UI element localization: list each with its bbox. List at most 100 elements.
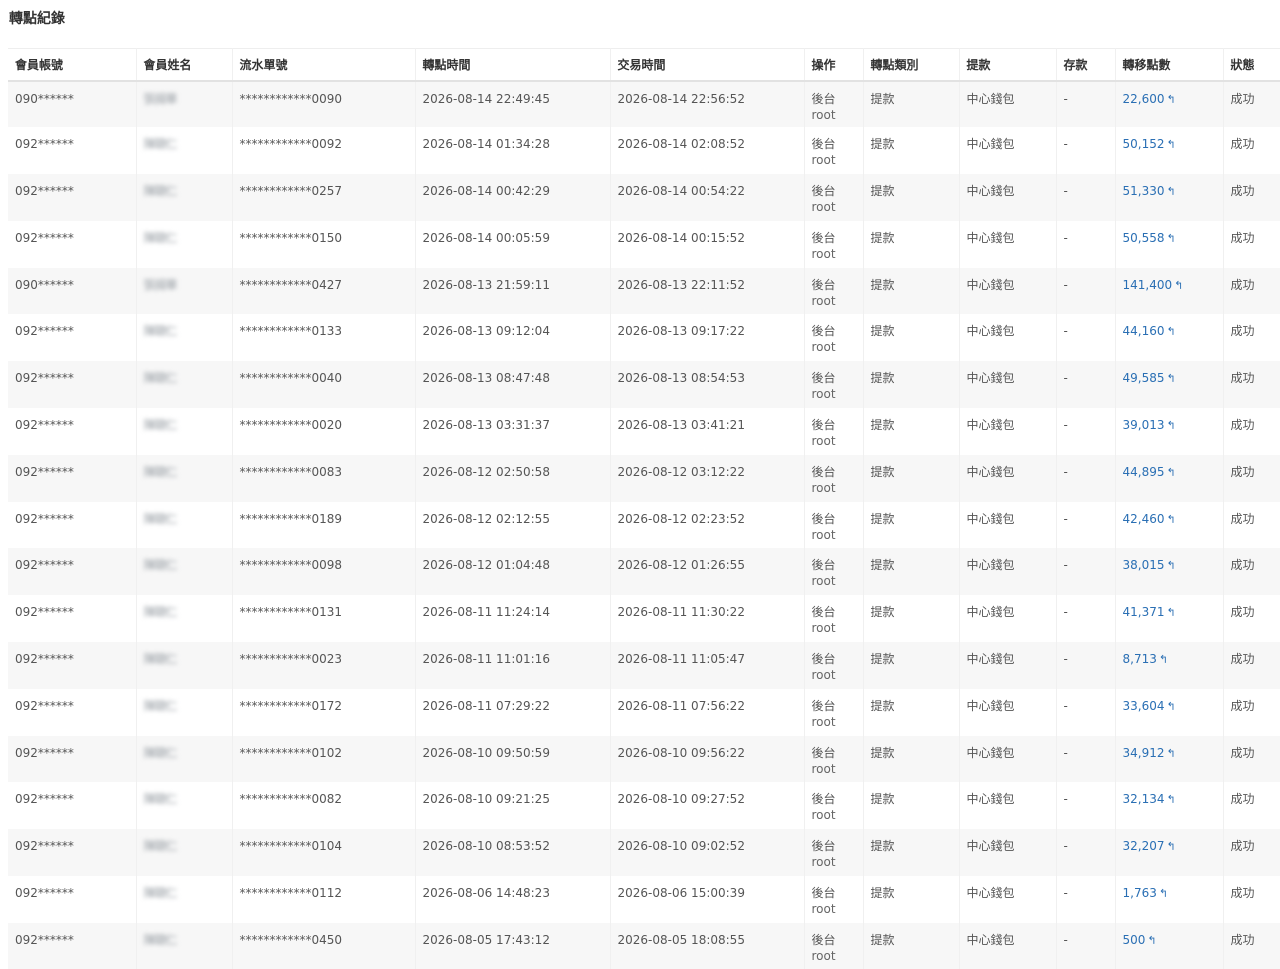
- col-header-points[interactable]: 轉移點數: [1115, 48, 1224, 82]
- cell-points: 50,558 ↰: [1115, 220, 1224, 268]
- cell-deposit: -: [1056, 267, 1116, 315]
- cell-status: 成功: [1223, 548, 1280, 596]
- operation-user: root: [811, 808, 836, 823]
- cell-status: 成功: [1223, 267, 1280, 315]
- cell-status: 成功: [1223, 735, 1280, 783]
- points-value: 22,600: [1122, 91, 1165, 106]
- cell-trade-time: 2026-08-10 09:27:52: [610, 782, 805, 830]
- cell-serial: ************0040: [232, 361, 416, 409]
- operation-user: root: [811, 621, 836, 636]
- reply-arrow-icon[interactable]: ↰: [1167, 699, 1176, 715]
- points-value: 8,713: [1122, 652, 1157, 667]
- cell-transfer-time: 2026-08-10 09:50:59: [415, 735, 611, 783]
- cell-status: 成功: [1223, 501, 1280, 549]
- table-body: 090****** 張揚華 ************0090 2026-08-14 2…: [8, 80, 1280, 969]
- cell-deposit: -: [1056, 642, 1116, 689]
- table-row: 092****** 陳聰仁 ************0020 2026-08-13 0…: [8, 408, 1280, 455]
- points-value: 1,763: [1122, 886, 1157, 901]
- cell-account: 092******: [8, 735, 137, 783]
- blurred-member-name: 陳聰仁: [143, 371, 178, 386]
- reply-arrow-icon[interactable]: ↰: [1159, 652, 1168, 668]
- cell-account: 092******: [8, 876, 137, 923]
- cell-category: 提款: [863, 829, 960, 877]
- col-header-trade-time[interactable]: 交易時間: [610, 48, 805, 82]
- cell-operation: 後台 root: [804, 361, 864, 409]
- col-header-transfer-time[interactable]: 轉點時間: [415, 48, 611, 82]
- cell-withdraw: 中心錢包: [959, 127, 1057, 175]
- cell-account: 092******: [8, 688, 137, 736]
- reply-arrow-icon[interactable]: ↰: [1167, 418, 1176, 434]
- cell-name: 陳聰仁: [136, 688, 233, 736]
- reply-arrow-icon[interactable]: ↰: [1167, 184, 1176, 200]
- reply-arrow-icon[interactable]: ↰: [1167, 324, 1176, 340]
- cell-operation: 後台 root: [804, 80, 864, 128]
- cell-points: 44,160 ↰: [1115, 314, 1224, 362]
- cell-operation: 後台 root: [804, 501, 864, 549]
- cell-serial: ************0257: [232, 174, 416, 221]
- reply-arrow-icon[interactable]: ↰: [1167, 137, 1176, 153]
- blurred-member-name: 陳聰仁: [143, 464, 178, 479]
- table-row: 092****** 陳聰仁 ************0450 2026-08-05 1…: [8, 922, 1280, 969]
- cell-trade-time: 2026-08-13 09:17:22: [610, 314, 805, 362]
- col-header-account[interactable]: 會員帳號: [8, 48, 137, 82]
- blurred-member-name: 陳聰仁: [143, 137, 178, 152]
- cell-deposit: -: [1056, 314, 1116, 362]
- reply-arrow-icon[interactable]: ↰: [1167, 839, 1176, 855]
- reply-arrow-icon[interactable]: ↰: [1167, 92, 1176, 108]
- blurred-member-name: 陳聰仁: [143, 932, 178, 947]
- cell-category: 提款: [863, 361, 960, 409]
- cell-withdraw: 中心錢包: [959, 548, 1057, 596]
- col-header-operation[interactable]: 操作: [804, 48, 864, 82]
- cell-category: 提款: [863, 642, 960, 689]
- operation-source: 後台: [811, 511, 836, 526]
- reply-arrow-icon[interactable]: ↰: [1167, 605, 1176, 621]
- cell-operation: 後台 root: [804, 642, 864, 689]
- col-header-deposit[interactable]: 存款: [1056, 48, 1116, 82]
- cell-deposit: -: [1056, 548, 1116, 596]
- reply-arrow-icon[interactable]: ↰: [1167, 371, 1176, 387]
- cell-withdraw: 中心錢包: [959, 314, 1057, 362]
- col-header-serial[interactable]: 流水單號: [232, 48, 416, 82]
- reply-arrow-icon[interactable]: ↰: [1167, 231, 1176, 247]
- col-header-category[interactable]: 轉點類別: [863, 48, 960, 82]
- reply-arrow-icon[interactable]: ↰: [1167, 465, 1176, 481]
- points-value: 44,160: [1122, 324, 1165, 339]
- cell-trade-time: 2026-08-13 22:11:52: [610, 267, 805, 315]
- cell-name: 張揚華: [136, 267, 233, 315]
- table-row: 092****** 陳聰仁 ************0133 2026-08-13 0…: [8, 314, 1280, 362]
- operation-source: 後台: [811, 324, 836, 339]
- cell-trade-time: 2026-08-14 00:15:52: [610, 220, 805, 268]
- reply-arrow-icon[interactable]: ↰: [1167, 512, 1176, 528]
- cell-serial: ************0427: [232, 267, 416, 315]
- cell-trade-time: 2026-08-12 01:26:55: [610, 548, 805, 596]
- reply-arrow-icon[interactable]: ↰: [1167, 746, 1176, 762]
- cell-points: 44,895 ↰: [1115, 454, 1224, 502]
- col-header-name[interactable]: 會員姓名: [136, 48, 233, 82]
- reply-arrow-icon[interactable]: ↰: [1147, 933, 1156, 949]
- cell-deposit: -: [1056, 361, 1116, 409]
- operation-source: 後台: [811, 839, 836, 854]
- cell-operation: 後台 root: [804, 688, 864, 736]
- cell-name: 陳聰仁: [136, 408, 233, 455]
- cell-serial: ************0023: [232, 642, 416, 689]
- operation-user: root: [811, 948, 836, 963]
- cell-transfer-time: 2026-08-12 02:12:55: [415, 501, 611, 549]
- reply-arrow-icon[interactable]: ↰: [1167, 558, 1176, 574]
- reply-arrow-icon[interactable]: ↰: [1159, 886, 1168, 902]
- operation-user: root: [811, 200, 836, 215]
- cell-trade-time: 2026-08-05 18:08:55: [610, 922, 805, 969]
- cell-name: 陳聰仁: [136, 361, 233, 409]
- cell-trade-time: 2026-08-12 03:12:22: [610, 454, 805, 502]
- operation-source: 後台: [811, 464, 836, 479]
- cell-name: 陳聰仁: [136, 642, 233, 689]
- cell-operation: 後台 root: [804, 548, 864, 596]
- blurred-member-name: 陳聰仁: [143, 698, 178, 713]
- reply-arrow-icon[interactable]: ↰: [1167, 792, 1176, 808]
- col-header-status[interactable]: 狀態: [1223, 48, 1280, 82]
- reply-arrow-icon[interactable]: ↰: [1174, 278, 1183, 294]
- cell-operation: 後台 root: [804, 876, 864, 923]
- col-header-withdraw[interactable]: 提款: [959, 48, 1057, 82]
- cell-transfer-time: 2026-08-13 08:47:48: [415, 361, 611, 409]
- cell-points: 22,600 ↰: [1115, 80, 1224, 128]
- table-row: 092****** 陳聰仁 ************0023 2026-08-11 1…: [8, 642, 1280, 689]
